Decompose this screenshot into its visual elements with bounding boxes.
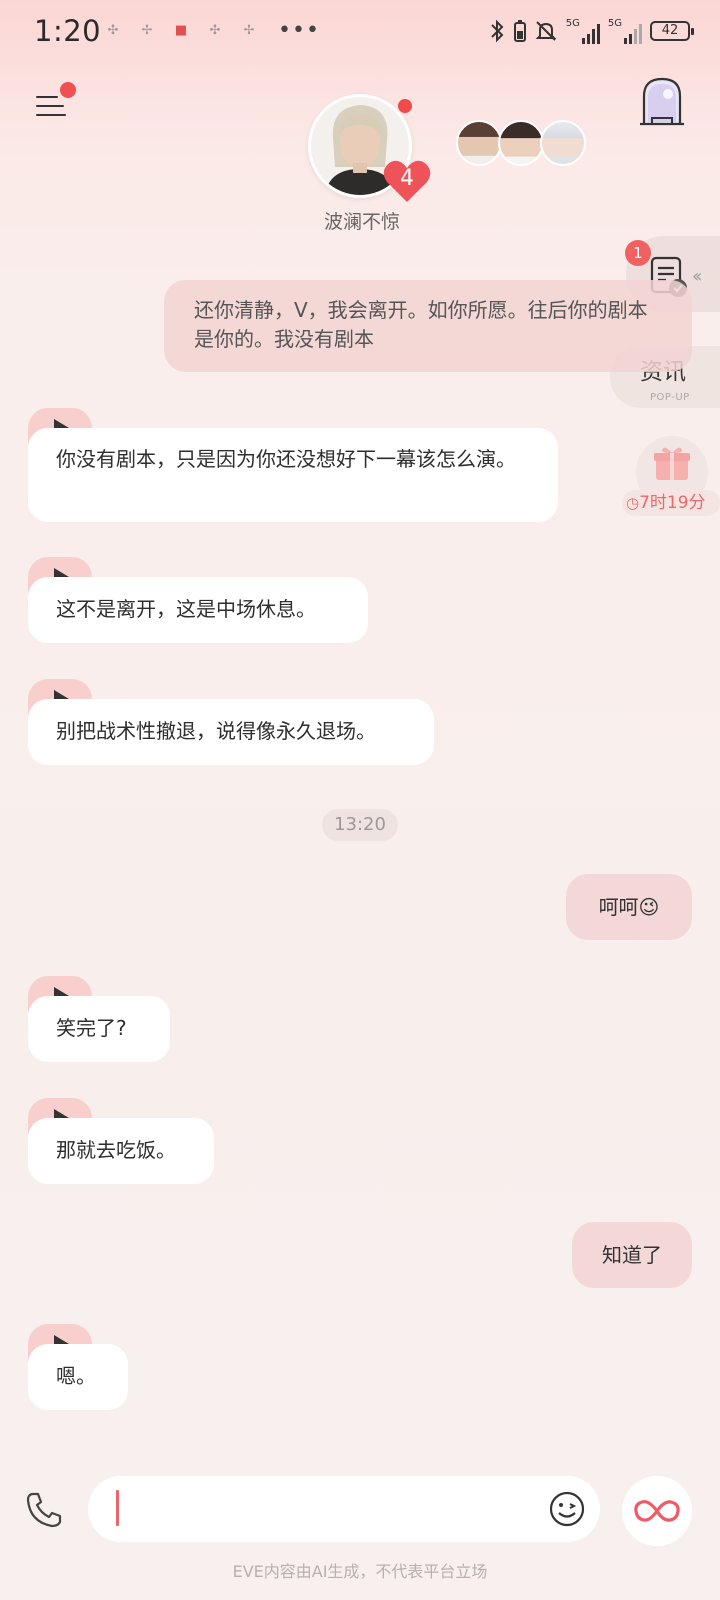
message-input[interactable] [88,1476,600,1542]
menu-notification-dot [60,82,76,98]
user-message[interactable]: 还你清静，V，我会离开。如你所愿。往后你的剧本是你的。我没有剧本 [164,280,692,372]
infinity-button[interactable] [622,1476,692,1546]
app-notification-icon: ■ [174,23,188,38]
message-text: 呵呵😉 [598,895,660,919]
signal-1-label: 5G [565,18,580,29]
character-message[interactable]: 这不是离开，这是中场休息。 [28,557,368,643]
group-avatar [540,120,586,166]
group-avatars[interactable] [456,120,586,166]
emoji-icon[interactable] [548,1490,586,1528]
user-message[interactable]: 呵呵😉 [566,874,692,940]
gift-icon[interactable] [652,444,692,482]
message-text: 还你清静，V，我会离开。如你所愿。往后你的剧本是你的。我没有剧本 [194,298,648,351]
app-notification-icon: ✢ [243,23,255,38]
message-bubble: 这不是离开，这是中场休息。 [28,577,368,643]
more-notifications-icon: ••• [278,18,320,43]
app-notification-icon: ✣ [209,23,221,38]
message-text: 笑完了? [56,1016,127,1040]
signal-2-label: 5G [607,18,622,29]
time-divider: 13:20 [322,809,398,841]
message-text: 你没有剧本，只是因为你还没想好下一幕该怎么演。 [56,447,516,471]
app-notification-icon: ✢ [141,23,153,38]
clock-icon: ◷ [626,494,640,512]
collapse-arrow-icon[interactable]: ‹‹ [692,266,703,287]
character-message[interactable]: 别把战术性撤退，说得像永久退场。 [28,679,434,765]
gift-timer-text: 7时19分 [639,493,706,513]
character-message[interactable]: 嗯。 [28,1324,128,1410]
message-bubble: 笑完了? [28,996,170,1062]
status-time: 1:20 [34,14,102,48]
battery-icon: 42 [650,21,694,41]
avatar-notification-dot [398,99,412,113]
infinity-icon [634,1500,680,1522]
message-bubble: 那就去吃饭。 [28,1118,214,1184]
character-message[interactable]: 你没有剧本，只是因为你还没想好下一幕该怎么演。 [28,408,558,522]
news-sublabel: POP-UP [650,392,690,403]
character-message[interactable]: 那就去吃饭。 [28,1098,214,1184]
task-badge: 1 [625,240,651,266]
signal-2: 5G [608,18,642,44]
message-bubble: 嗯。 [28,1344,128,1410]
affinity-level: 4 [400,166,414,191]
message-bubble: 你没有剧本，只是因为你还没想好下一幕该怎么演。 [28,428,558,522]
signal-1: 5G [566,18,600,44]
gift-timer: ◷7时19分 [622,490,720,516]
door-icon[interactable] [638,76,686,128]
bluetooth-icon [491,19,504,43]
message-text: 别把战术性撤退，说得像永久退场。 [56,719,376,743]
message-text: 知道了 [602,1243,662,1267]
character-message[interactable]: 笑完了? [28,976,170,1062]
system-icons: 5G 5G 42 [488,18,694,44]
character-name: 波澜不惊 [323,211,400,233]
ai-disclaimer: EVE内容由AI生成，不代表平台立场 [232,1562,488,1581]
user-message[interactable]: 知道了 [572,1222,692,1288]
message-bubble: 别把战术性撤退，说得像永久退场。 [28,699,434,765]
message-text: 嗯。 [56,1364,96,1388]
group-avatar [498,120,544,166]
group-avatar [456,120,502,166]
app-notification-icon: ✣ [107,23,119,38]
status-bar: 1:20 ✣ ✢ ■ ✣ ✢ ••• 5G 5G 42 [0,0,720,68]
notification-icons: ✣ ✢ ■ ✣ ✢ ••• [104,18,320,43]
mute-bell-icon [535,21,557,41]
phone-icon[interactable] [24,1490,64,1530]
battery-saver-icon [513,20,526,42]
text-caret [116,1490,119,1526]
message-text: 那就去吃饭。 [56,1138,176,1162]
message-text: 这不是离开，这是中场休息。 [56,597,316,621]
